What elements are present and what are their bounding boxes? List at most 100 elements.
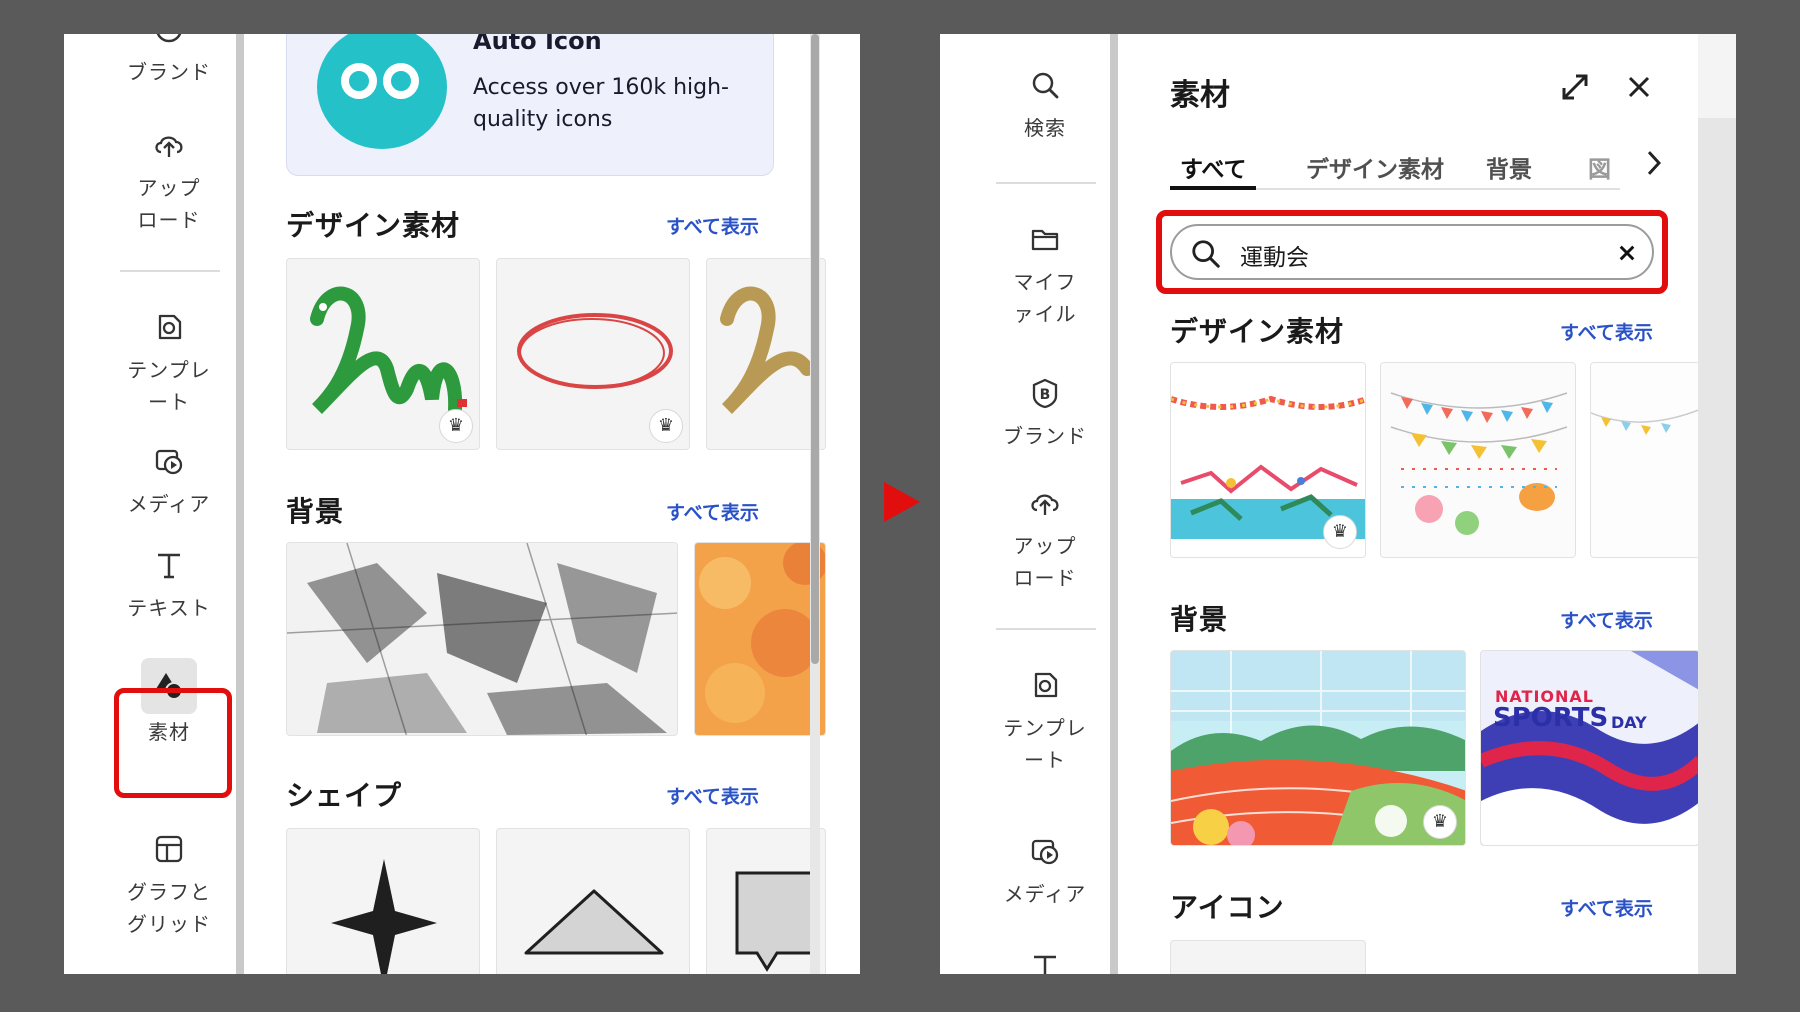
right-scrollbar-thumb[interactable] [1698, 34, 1736, 118]
right-tool-rail: 検索 マイファイル B ブランド アップロード テンプレート メディア [982, 34, 1108, 974]
design-thumb-garland[interactable] [1590, 362, 1700, 558]
rail-item-text-partial[interactable] [982, 950, 1108, 974]
folder-icon [1031, 229, 1059, 251]
section-title-design: デザイン素材 [1170, 315, 1345, 348]
grid-icon [155, 835, 183, 863]
promo-line1: Access over 160k high- [473, 75, 729, 100]
rail-item-template[interactable]: テンプレート [982, 668, 1108, 776]
rail-item-media[interactable]: メディア [982, 834, 1108, 910]
rail-item-label: 検索 [1024, 116, 1066, 140]
triangle-graphic [524, 889, 664, 955]
rail-item-label: ブランド [127, 60, 211, 84]
chevron-right-icon[interactable] [1644, 146, 1664, 180]
rail-item-upload[interactable]: アップロード [982, 486, 1108, 594]
text-icon [158, 553, 180, 579]
background-thumb-stadium[interactable]: ♛ [1170, 650, 1466, 846]
rail-item-label: テキスト [127, 596, 211, 620]
design-thumb-snake-gold[interactable] [706, 258, 826, 450]
text-icon [1034, 955, 1056, 974]
brand-icon [156, 34, 182, 43]
tab-bar: すべて デザイン素材 背景 図 [1170, 34, 1670, 194]
left-scrollbar[interactable] [810, 34, 820, 974]
tab-design-elements[interactable]: デザイン素材 [1306, 150, 1444, 184]
right-screenshot-panel: 検索 マイファイル B ブランド アップロード テンプレート メディア 素材 す… [940, 34, 1736, 974]
cloud-upload-icon [155, 136, 183, 157]
transition-arrow-icon [884, 482, 920, 522]
rail-item-brand[interactable]: B ブランド [982, 376, 1108, 452]
cloud-upload-icon [1031, 494, 1059, 515]
rail-item-label: メディア [1003, 882, 1087, 906]
left-screenshot-panel: ブランド アップロード テンプレート メディア テキスト 素材 グラフとグリッド… [64, 34, 860, 974]
see-all-design[interactable]: すべて表示 [1560, 318, 1653, 345]
tab-active-indicator [1170, 186, 1256, 190]
background-thumb-sports-day[interactable]: NATIONAL SPORTS DAY [1480, 650, 1700, 846]
background-thumb-grunge[interactable] [286, 542, 678, 736]
see-all-background[interactable]: すべて表示 [666, 498, 759, 525]
sports-banner-line3: DAY [1611, 713, 1647, 732]
promo-card[interactable]: Auto Icon Access over 160k high- quality… [286, 34, 774, 176]
search-highlight [1156, 210, 1668, 294]
rail-item-label: メディア [127, 492, 211, 516]
rail-separator [996, 182, 1096, 184]
design-thumb-red-ellipse[interactable]: ♛ [496, 258, 690, 450]
section-title-design: デザイン素材 [286, 209, 461, 242]
left-tool-rail: ブランド アップロード テンプレート メディア テキスト 素材 グラフとグリッド [106, 34, 232, 974]
design-thumb-pennant-set[interactable] [1380, 362, 1576, 558]
rail-item-search[interactable]: 検索 [982, 68, 1108, 144]
shape-thumb-star[interactable] [286, 828, 480, 974]
rail-item-upload[interactable]: アップロード [106, 128, 232, 236]
design-thumb-festival-banner[interactable]: ♛ [1170, 362, 1366, 558]
see-all-shape[interactable]: すべて表示 [666, 782, 759, 809]
premium-crown-icon: ♛ [649, 409, 683, 443]
search-icon [1032, 72, 1059, 99]
stadium-track-graphic [1171, 651, 1465, 845]
rail-item-brand[interactable]: ブランド [106, 34, 232, 88]
rail-item-label: アップロード [1013, 534, 1077, 590]
rail-item-label: テンプレート [127, 358, 211, 414]
rail-item-template[interactable]: テンプレート [106, 310, 232, 418]
rail-item-media[interactable]: メディア [106, 444, 232, 520]
premium-crown-icon: ♛ [439, 409, 473, 443]
section-title-background: 背景 [286, 495, 345, 528]
brand-icon: B [1032, 378, 1058, 409]
svg-text:B: B [1040, 387, 1051, 403]
tab-figure[interactable]: 図 [1588, 150, 1611, 184]
elements-highlight [114, 688, 232, 798]
icon-thumb[interactable] [1170, 940, 1366, 974]
design-thumb-snake-green[interactable]: ♛ [286, 258, 480, 450]
rail-divider [236, 34, 244, 974]
sports-day-graphic [1481, 651, 1699, 845]
see-all-icons[interactable]: すべて表示 [1560, 894, 1653, 921]
left-scrollbar-thumb[interactable] [811, 34, 819, 664]
four-point-star-graphic [331, 859, 437, 974]
sports-banner-line2: SPORTS [1493, 703, 1609, 733]
rail-divider [1110, 34, 1118, 974]
shape-thumb-callout[interactable] [706, 828, 826, 974]
rail-separator [996, 628, 1096, 630]
media-icon [155, 449, 183, 475]
pennant-set-graphic [1381, 363, 1575, 557]
rail-item-label: マイファイル [1013, 270, 1077, 326]
see-all-design[interactable]: すべて表示 [666, 212, 759, 239]
rail-item-my-files[interactable]: マイファイル [982, 222, 1108, 330]
right-elements-content: 素材 すべて デザイン素材 背景 図 運動会 デザイン素材 すべて表示 ♛ 背景… [1128, 34, 1700, 974]
rail-item-label: アップロード [137, 176, 201, 232]
premium-crown-icon: ♛ [1323, 515, 1357, 549]
tab-all[interactable]: すべて [1180, 150, 1246, 184]
rail-item-label: グラフとグリッド [127, 880, 211, 936]
template-icon [1034, 672, 1058, 698]
right-scrollbar[interactable] [1698, 34, 1736, 974]
media-icon [1031, 839, 1059, 865]
background-thumb-autumn[interactable] [694, 542, 826, 736]
rail-item-text[interactable]: テキスト [106, 548, 232, 624]
see-all-background[interactable]: すべて表示 [1560, 606, 1653, 633]
tab-background[interactable]: 背景 [1486, 150, 1532, 184]
promo-logo [317, 34, 447, 149]
garland-graphic [1591, 363, 1699, 557]
callout-graphic [735, 871, 819, 972]
autumn-leaves-graphic [695, 543, 825, 735]
rail-item-label: テンプレート [1003, 716, 1087, 772]
promo-title: Auto Icon [473, 34, 602, 55]
shape-thumb-triangle[interactable] [496, 828, 690, 974]
rail-item-charts[interactable]: グラフとグリッド [106, 832, 232, 940]
